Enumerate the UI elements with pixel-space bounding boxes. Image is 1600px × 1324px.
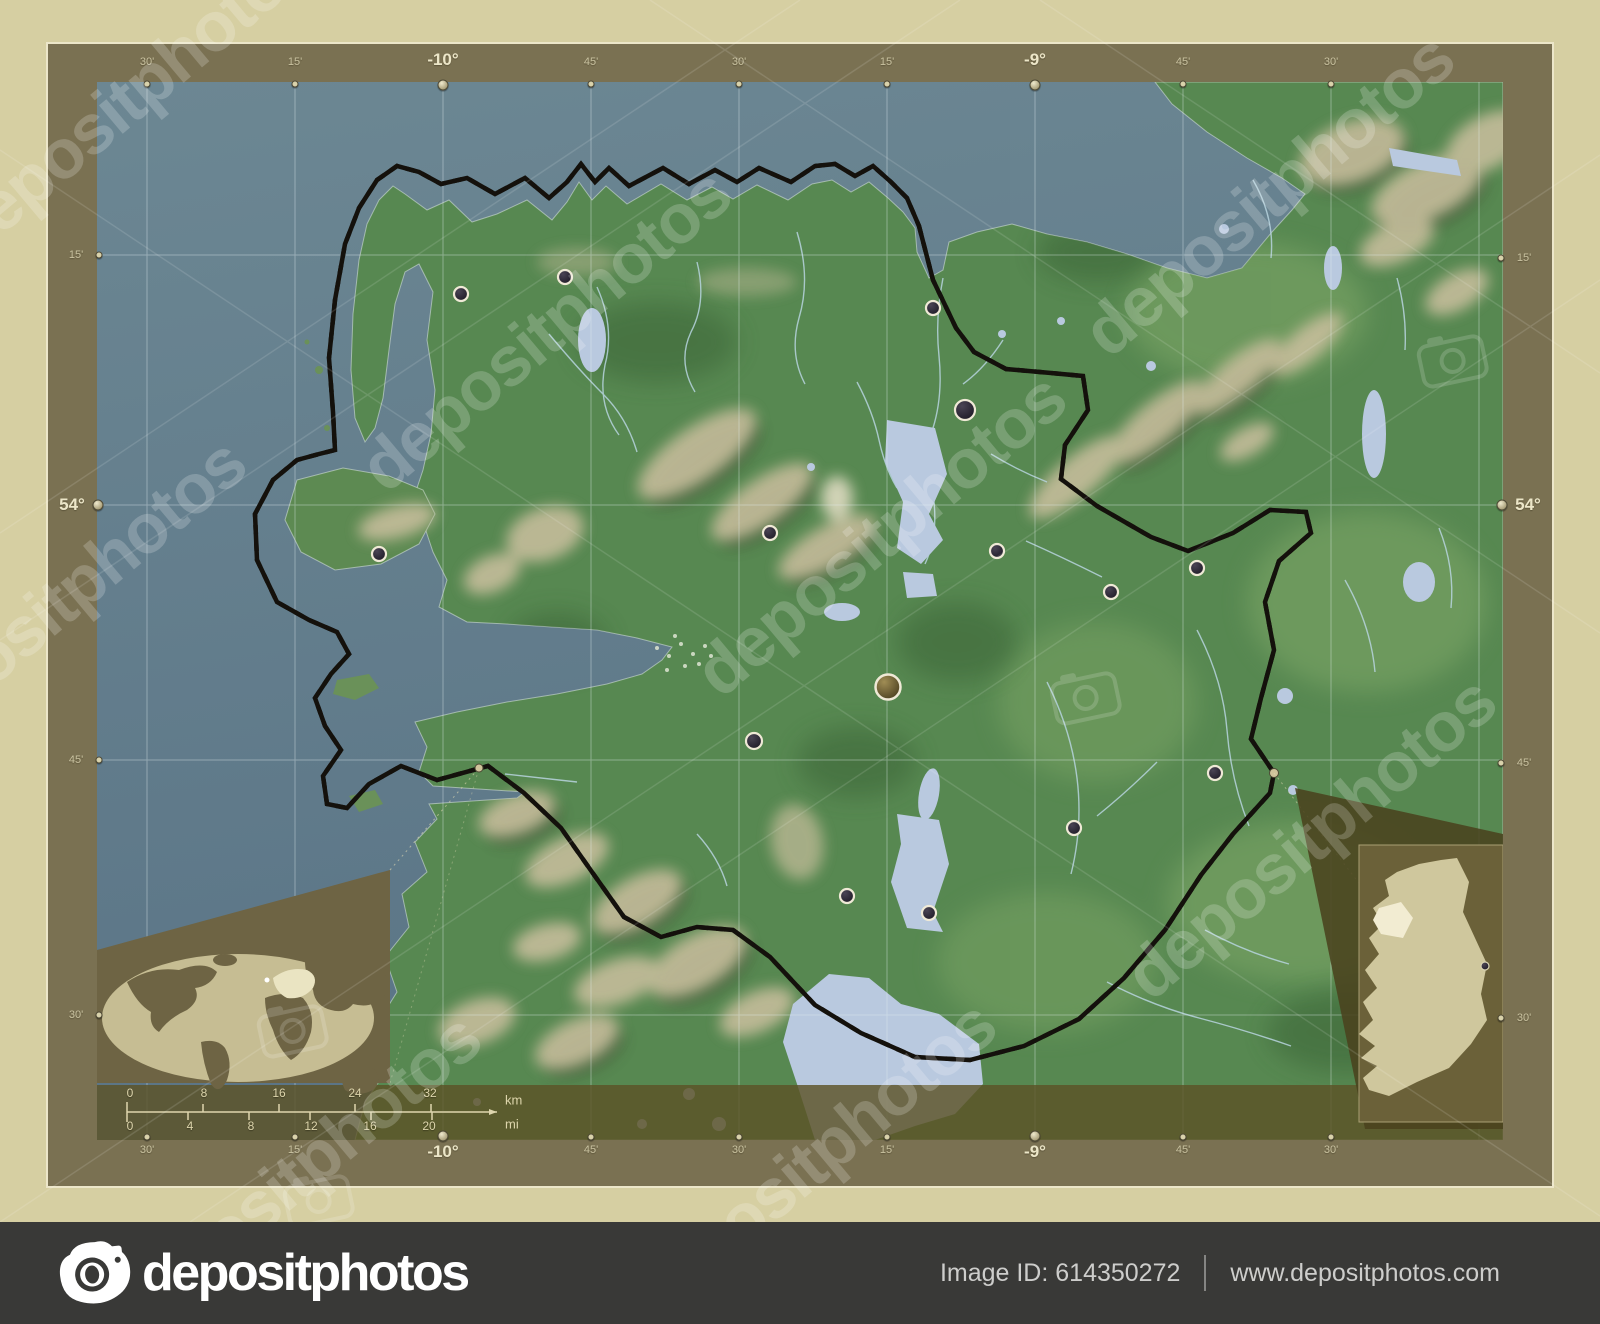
graticule-label-top: 30' [140, 56, 154, 68]
inset-anchor-dot [475, 764, 483, 772]
town-marker [1208, 766, 1222, 780]
graticule-label-top: -9° [1024, 50, 1046, 70]
scale-km-tick: 0 [127, 1086, 134, 1100]
scale-mi-tick: 20 [422, 1119, 435, 1133]
town-marker [746, 733, 762, 749]
map-canvas [97, 82, 1503, 1140]
town-marker [558, 270, 572, 284]
scale-mi-tick: 16 [363, 1119, 376, 1133]
brand-logo: depositphotos [58, 1240, 468, 1306]
graticule-label-left: 15' [69, 249, 83, 261]
capital-marker [876, 675, 901, 700]
stock-photo: 30' 15' -10° 45' 30' 15' -9° 45' 30' 30'… [0, 0, 1600, 1222]
camera-logo-icon [55, 1236, 139, 1310]
graticule-label-left: 54° [59, 495, 85, 515]
graticule-label-bottom: -10° [427, 1142, 458, 1162]
inset-city-dot [1481, 962, 1489, 970]
town-marker [763, 526, 777, 540]
main-map-svg [97, 82, 1503, 1140]
town-marker [1067, 821, 1081, 835]
scale-km-unit: km [505, 1093, 522, 1108]
graticule-label-bottom: 45' [1176, 1144, 1190, 1156]
scale-km-tick: 16 [272, 1086, 285, 1100]
graticule-label-top: 45' [584, 56, 598, 68]
scale-mi-tick: 8 [248, 1119, 255, 1133]
graticule-label-left: 45' [69, 754, 83, 766]
graticule-label-top: 15' [880, 56, 894, 68]
footer-divider [1204, 1255, 1206, 1291]
town-marker [1190, 561, 1204, 575]
graticule-label-bottom: 30' [732, 1144, 746, 1156]
graticule-label-right: 15' [1517, 252, 1531, 264]
town-marker [454, 287, 468, 301]
graticule-label-top: 45' [1176, 56, 1190, 68]
brand-name: depositphotos [142, 1243, 468, 1303]
town-marker [840, 889, 854, 903]
graticule-label-top: 15' [288, 56, 302, 68]
scale-km-tick: 32 [423, 1086, 436, 1100]
town-marker [990, 544, 1004, 558]
town-marker [1104, 585, 1118, 599]
scale-mi-unit: mi [505, 1117, 519, 1132]
scale-km-tick: 8 [201, 1086, 208, 1100]
town-marker [926, 301, 940, 315]
website-text: www.depositphotos.com [1230, 1259, 1500, 1288]
graticule-label-bottom: 45' [584, 1144, 598, 1156]
town-marker [955, 400, 975, 420]
footer-bar: depositphotos Image ID: 614350272 www.de… [0, 1222, 1600, 1324]
graticule-label-left: 30' [69, 1009, 83, 1021]
graticule-label-bottom: 30' [1324, 1144, 1338, 1156]
graticule-label-top: 30' [1324, 56, 1338, 68]
scale-mi-tick: 4 [187, 1119, 194, 1133]
scale-km-tick: 24 [348, 1086, 361, 1100]
graticule-label-bottom: 15' [288, 1144, 302, 1156]
town-marker [922, 906, 936, 920]
graticule-label-right: 54° [1515, 495, 1541, 515]
graticule-label-top: 30' [732, 56, 746, 68]
graticule-label-right: 45' [1517, 757, 1531, 769]
world-location-dot [265, 978, 270, 983]
graticule-label-bottom: -9° [1024, 1142, 1046, 1162]
graticule-label-top: -10° [427, 50, 458, 70]
town-marker [372, 547, 386, 561]
graticule-label-bottom: 30' [140, 1144, 154, 1156]
scale-mi-tick: 12 [304, 1119, 317, 1133]
graticule-label-bottom: 15' [880, 1144, 894, 1156]
graticule-label-right: 30' [1517, 1012, 1531, 1024]
scale-mi-tick: 0 [127, 1119, 134, 1133]
image-id-text: Image ID: 614350272 [940, 1259, 1180, 1288]
